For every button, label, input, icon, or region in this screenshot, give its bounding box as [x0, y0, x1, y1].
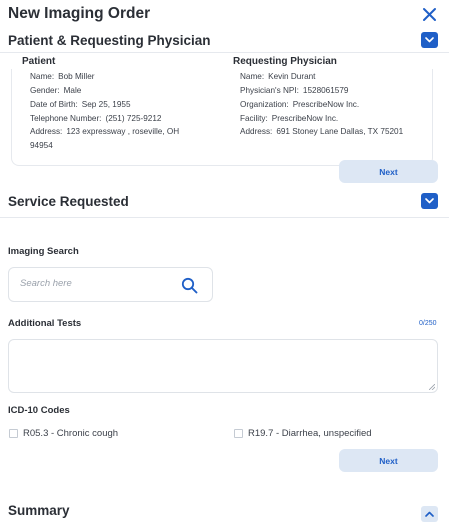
- imaging-search-label: Imaging Search: [8, 246, 79, 257]
- additional-tests-label: Additional Tests: [8, 318, 82, 329]
- collapse-patient-button[interactable]: [421, 32, 438, 48]
- resize-handle-icon[interactable]: [429, 384, 435, 390]
- physician-name: Name: Kevin Durant: [240, 72, 316, 81]
- expand-summary-button[interactable]: [421, 506, 438, 522]
- chevron-down-icon: [425, 198, 434, 204]
- chevron-down-icon: [425, 37, 434, 43]
- divider: [0, 217, 449, 218]
- physician-facility: Facility: PrescribeNow Inc.: [240, 114, 339, 123]
- collapse-service-button[interactable]: [421, 193, 438, 209]
- icd10-label: ICD-10 Codes: [8, 405, 70, 416]
- imaging-search-field[interactable]: [8, 267, 213, 302]
- patient-address: Address: 123 expressway , roseville, OH: [30, 127, 180, 136]
- icd10-option-r19-7[interactable]: R19.7 - Diarrhea, unspecified: [234, 428, 372, 439]
- checkbox[interactable]: [9, 429, 18, 438]
- patient-dob: Date of Birth: Sep 25, 1955: [30, 100, 131, 109]
- checkbox-label: R19.7 - Diarrhea, unspecified: [248, 428, 372, 439]
- physician-address: Address: 691 Stoney Lane Dallas, TX 75201: [240, 127, 404, 136]
- divider: [0, 52, 449, 53]
- search-icon[interactable]: [181, 277, 198, 294]
- patient-heading: Patient: [22, 56, 56, 67]
- section-title-service: Service Requested: [8, 194, 129, 209]
- chevron-up-icon: [425, 511, 434, 517]
- section-title-summary: Summary: [8, 503, 70, 518]
- close-icon[interactable]: [422, 7, 437, 22]
- section-title-patient: Patient & Requesting Physician: [8, 33, 211, 48]
- imaging-search-input[interactable]: [20, 278, 170, 289]
- physician-heading: Requesting Physician: [233, 56, 337, 67]
- physician-organization: Organization: PrescribeNow Inc.: [240, 100, 360, 109]
- checkbox-label: R05.3 - Chronic cough: [23, 428, 119, 439]
- patient-gender: Gender: Male: [30, 86, 82, 95]
- character-counter: 0/250: [419, 320, 437, 327]
- patient-name: Name: Bob Miller: [30, 72, 95, 81]
- next-button-service[interactable]: Next: [339, 449, 438, 472]
- checkbox[interactable]: [234, 429, 243, 438]
- additional-tests-textarea[interactable]: [8, 339, 438, 393]
- physician-npi: Physician's NPI: 1528061579: [240, 86, 349, 95]
- next-button-patient[interactable]: Next: [339, 160, 438, 183]
- patient-phone: Telephone Number: (251) 725-9212: [30, 114, 162, 123]
- page-title: New Imaging Order: [8, 5, 151, 22]
- icd10-option-r05-3[interactable]: R05.3 - Chronic cough: [9, 428, 118, 439]
- patient-address-line2: 94954: [30, 141, 53, 150]
